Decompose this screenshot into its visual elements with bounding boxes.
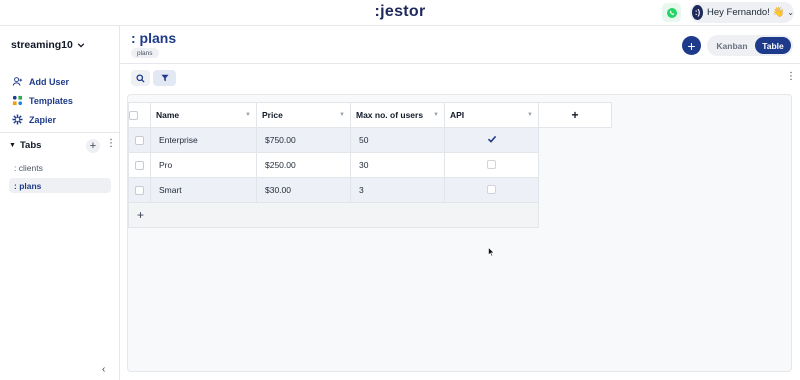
select-all-checkbox[interactable]	[128, 102, 151, 128]
top-bar: :jestor :) Hey Fernando! 👋 ⌄	[0, 0, 800, 26]
cell-name[interactable]: Smart	[150, 177, 257, 203]
tab-label: : clients	[14, 162, 43, 173]
tabs-section-toggle[interactable]: ▼ Tabs	[9, 140, 41, 151]
whatsapp-button[interactable]	[662, 3, 681, 22]
chevron-down-icon	[77, 43, 85, 48]
cell-max-users[interactable]: 50	[350, 127, 445, 153]
column-header-max-users[interactable]: Max no. of users ▼	[350, 102, 445, 128]
cell-api[interactable]	[444, 177, 539, 203]
cell-price[interactable]: $30.00	[256, 177, 351, 203]
column-header-api[interactable]: API ▼	[444, 102, 539, 128]
caret-down-icon: ▼	[339, 112, 345, 118]
user-menu[interactable]: :) Hey Fernando! 👋 ⌄	[690, 2, 794, 23]
more-options-icon[interactable]: ⋮	[786, 71, 796, 82]
zapier-icon	[12, 114, 23, 125]
user-greeting: Hey Fernando! 👋	[706, 7, 785, 18]
cell-max-users[interactable]: 30	[350, 152, 445, 178]
cell-name[interactable]: Enterprise	[150, 127, 257, 153]
caret-down-icon: ▼	[527, 112, 533, 118]
cell-name[interactable]: Pro	[150, 152, 257, 178]
avatar: :)	[692, 5, 703, 20]
filter-icon	[160, 74, 169, 82]
table-header-row: Name ▼ Price ▼ Max no. of users ▼ API ▼ +	[128, 102, 612, 128]
view-toggle: Kanban Table	[707, 35, 793, 56]
more-options-icon[interactable]: ⋮	[106, 138, 116, 149]
add-tab-button[interactable]: +	[86, 139, 100, 153]
sidebar-divider	[0, 132, 120, 133]
column-header-name[interactable]: Name ▼	[150, 102, 257, 128]
row-checkbox[interactable]	[128, 127, 151, 153]
search-icon	[136, 73, 145, 83]
mouse-cursor-icon	[488, 247, 495, 257]
templates-icon	[12, 95, 23, 106]
add-user-icon	[12, 76, 23, 87]
column-label: Max no. of users	[356, 110, 424, 120]
sidebar-item-templates[interactable]: Templates	[12, 95, 73, 106]
table-row[interactable]: Pro $250.00 30	[128, 152, 612, 178]
add-row-button[interactable]: +	[128, 202, 539, 228]
workspace-name: streaming10	[11, 39, 73, 51]
add-column-button[interactable]: +	[538, 102, 612, 128]
caret-down-icon: ▼	[433, 112, 439, 118]
sidebar-item-label: Add User	[29, 76, 70, 87]
api-checkbox[interactable]	[487, 159, 496, 169]
table-row[interactable]: Smart $30.00 3	[128, 177, 612, 203]
plus-icon: +	[137, 208, 145, 222]
table-view-button[interactable]: Table	[755, 37, 791, 54]
collapse-sidebar-icon[interactable]: ‹	[102, 364, 105, 375]
sidebar-tab-plans[interactable]: : plans	[9, 178, 111, 193]
column-label: Name	[156, 110, 180, 120]
sidebar-item-add-user[interactable]: Add User	[12, 76, 69, 87]
cell-price[interactable]: $750.00	[256, 127, 351, 153]
search-button[interactable]	[131, 70, 150, 86]
sidebar-item-zapier[interactable]: Zapier	[12, 114, 56, 125]
caret-down-icon: ▼	[245, 112, 251, 118]
caret-down-icon: ▼	[9, 142, 16, 149]
add-record-button[interactable]: +	[682, 36, 701, 55]
sidebar-tab-clients[interactable]: : clients	[9, 160, 111, 175]
records-table: Name ▼ Price ▼ Max no. of users ▼ API ▼ + En…	[128, 102, 612, 228]
row-checkbox[interactable]	[128, 152, 151, 178]
page-title: : plans	[131, 30, 177, 46]
kanban-view-button[interactable]: Kanban	[709, 37, 755, 54]
row-checkbox[interactable]	[128, 177, 151, 203]
sidebar-item-label: Templates	[29, 95, 73, 106]
cell-price[interactable]: $250.00	[256, 152, 351, 178]
cell-api[interactable]	[444, 127, 539, 153]
tab-label: : plans	[14, 180, 42, 191]
column-label: API	[450, 110, 465, 120]
chevron-down-icon: ⌄	[787, 8, 794, 17]
column-header-price[interactable]: Price ▼	[256, 102, 351, 128]
cell-max-users[interactable]: 3	[350, 177, 445, 203]
checkmark-icon	[487, 135, 496, 143]
tabs-header: Tabs	[19, 140, 42, 151]
add-row[interactable]: +	[128, 202, 612, 228]
sidebar-item-label: Zapier	[29, 114, 57, 125]
filter-button[interactable]	[153, 70, 176, 86]
sidebar: streaming10 Add User Templates Zapier ▼ …	[0, 26, 120, 380]
table-row[interactable]: Enterprise $750.00 50	[128, 127, 612, 153]
whatsapp-icon	[666, 7, 677, 18]
column-label: Price	[262, 110, 283, 120]
header-divider	[120, 63, 800, 64]
api-checkbox[interactable]	[487, 184, 496, 194]
page-tag: plans	[131, 48, 159, 58]
workspace-selector[interactable]: streaming10	[11, 39, 85, 51]
cell-api[interactable]	[444, 152, 539, 178]
